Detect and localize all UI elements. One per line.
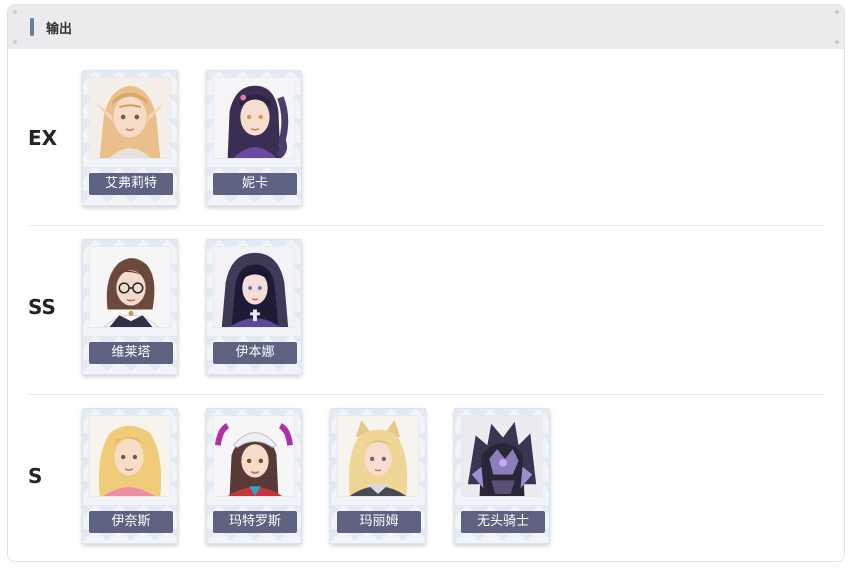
corner-dot xyxy=(13,40,17,44)
header-accent-bar xyxy=(30,18,34,36)
tier-divider xyxy=(28,394,824,395)
tier-row-ex: EX 艾弗莉特 妮卡 xyxy=(28,70,824,206)
hooded-purple-portrait xyxy=(213,246,295,328)
character-card-marim[interactable]: 玛丽姆 xyxy=(330,408,426,544)
corner-dot xyxy=(835,10,839,14)
corner-dot xyxy=(835,40,839,44)
dark-twin-braid-portrait xyxy=(213,77,295,159)
elf-blonde-portrait xyxy=(89,77,171,159)
tier-row-ss: SS 维莱塔 伊本娜 xyxy=(28,239,824,375)
output-tier-panel: 输出 EX 艾弗莉特 妮卡 SS 维莱塔 伊本娜 S 伊奈斯 玛特罗斯 玛丽姆 … xyxy=(7,4,845,562)
character-card-matros[interactable]: 玛特罗斯 xyxy=(206,408,302,544)
tier-row-s: S 伊奈斯 玛特罗斯 玛丽姆 无头骑士 xyxy=(28,408,824,544)
character-card-ibena[interactable]: 伊本娜 xyxy=(206,239,302,375)
character-card-nika[interactable]: 妮卡 xyxy=(206,70,302,206)
tier-label: EX xyxy=(28,126,58,150)
character-card-villetta[interactable]: 维莱塔 xyxy=(82,239,178,375)
tier-label: S xyxy=(28,464,43,488)
character-name-tag: 玛特罗斯 xyxy=(213,511,297,533)
panel-header: 输出 xyxy=(8,5,844,49)
character-name-tag: 妮卡 xyxy=(213,173,297,195)
character-name-tag: 伊本娜 xyxy=(213,342,297,364)
character-name-tag: 维莱塔 xyxy=(89,342,173,364)
character-name-tag: 玛丽姆 xyxy=(337,511,421,533)
tier-divider xyxy=(28,225,824,226)
character-card-headless-knight[interactable]: 无头骑士 xyxy=(454,408,550,544)
character-name-tag: 艾弗莉特 xyxy=(89,173,173,195)
tier-label: SS xyxy=(28,295,56,319)
character-name-tag: 无头骑士 xyxy=(461,511,545,533)
armored-knight-portrait xyxy=(461,415,543,497)
character-card-inez[interactable]: 伊奈斯 xyxy=(82,408,178,544)
character-name-tag: 伊奈斯 xyxy=(89,511,173,533)
cat-ear-blonde-portrait xyxy=(337,415,419,497)
glasses-brunette-portrait xyxy=(89,246,171,328)
white-cap-portrait xyxy=(213,415,295,497)
panel-title: 输出 xyxy=(46,21,73,37)
character-card-avelite[interactable]: 艾弗莉特 xyxy=(82,70,178,206)
corner-dot xyxy=(13,10,17,14)
blonde-pink-portrait xyxy=(89,415,171,497)
